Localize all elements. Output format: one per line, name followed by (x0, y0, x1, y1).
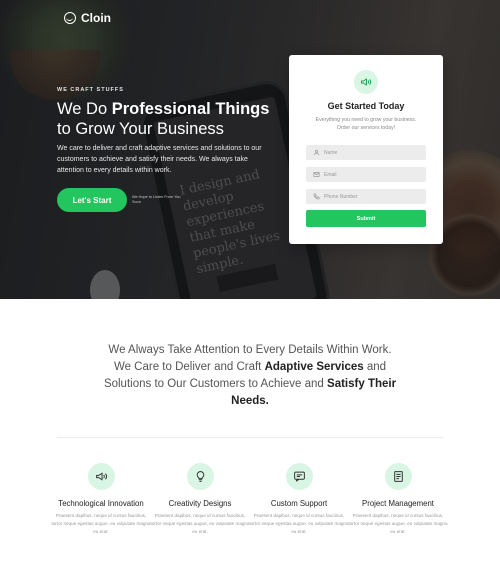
lightbulb-icon (186, 463, 214, 490)
phone-icon (312, 193, 320, 201)
brand-name: Cloin (81, 11, 111, 25)
chat-icon (285, 463, 313, 490)
feature-text: Praesent dapibus, neque id cursus faucib… (348, 513, 448, 534)
feature-title: Creativity Designs (168, 499, 232, 508)
feature-technological-innovation: Technological Innovation Praesent dapibu… (51, 463, 151, 536)
lets-start-button[interactable]: Let's Start (57, 188, 127, 212)
megaphone-icon (354, 70, 378, 94)
email-field[interactable] (306, 167, 426, 182)
feature-text: Praesent dapibus, neque id cursus faucib… (51, 513, 151, 534)
megaphone-icon (87, 463, 115, 490)
hero-eyebrow: WE CRAFT STUFFS (57, 87, 124, 93)
feature-text: Praesent dapibus, neque id cursus faucib… (150, 513, 250, 534)
hero-headline: We Do Professional Things to Grow Your Bu… (57, 100, 270, 138)
feature-title: Project Management (362, 499, 434, 508)
feature-creativity-designs: Creativity Designs Praesent dapibus, neq… (150, 463, 250, 536)
cta-note: We Hope to Listen From You Soon (132, 195, 181, 204)
mission-statement: We Always Take Attention to Every Detail… (103, 344, 397, 407)
brand-logo[interactable]: Cloin (64, 11, 111, 25)
user-icon (312, 149, 320, 157)
hero-lead: We care to deliver and craft adaptive se… (57, 145, 262, 174)
feature-project-management: Project Management Praesent dapibus, neq… (348, 463, 448, 536)
form-subtitle: Everything you need to grow your busines… (315, 117, 417, 131)
section-divider (57, 437, 443, 438)
email-input[interactable] (324, 171, 424, 178)
phone-field[interactable] (306, 189, 426, 204)
submit-button[interactable]: Submit (306, 210, 426, 227)
name-field[interactable] (306, 145, 426, 160)
name-input[interactable] (324, 149, 424, 156)
form-title: Get Started Today (327, 101, 405, 111)
mail-icon (312, 171, 320, 179)
document-icon (384, 463, 412, 490)
feature-text: Praesent dapibus, neque id cursus faucib… (249, 513, 349, 534)
feature-custom-support: Custom Support Praesent dapibus, neque i… (249, 463, 349, 536)
feature-title: Technological Innovation (58, 499, 144, 508)
layers-circle-icon (64, 12, 76, 24)
phone-input[interactable] (324, 193, 424, 200)
feature-title: Custom Support (270, 499, 328, 508)
